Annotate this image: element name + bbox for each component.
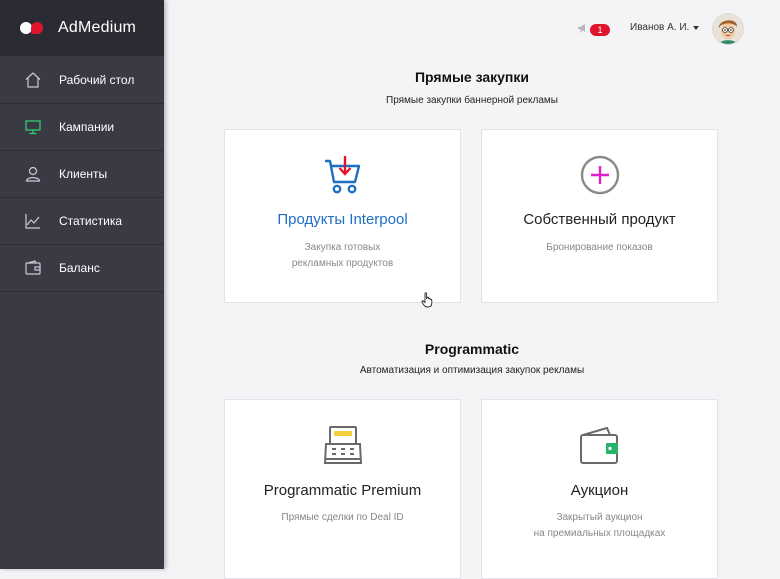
card-description-line1: Закрытый аукцион <box>556 512 643 523</box>
notification-count-badge: 1 <box>590 24 610 36</box>
card-title: Продукты Interpool <box>277 211 408 228</box>
card-interpool-products[interactable]: Продукты Interpool Закупка готовых рекла… <box>224 129 461 303</box>
card-description-line2: на премиальных площадках <box>533 528 666 539</box>
brand[interactable]: AdMedium <box>0 0 164 56</box>
card-auction[interactable]: Аукцион Закрытый аукцион на премиальных … <box>481 399 718 579</box>
wallet-icon <box>23 258 43 278</box>
avatar[interactable] <box>712 13 744 45</box>
card-title: Programmatic Premium <box>263 482 422 499</box>
sidebar-item-label: Баланс <box>59 261 100 275</box>
card-description-line1: Прямые сделки по Deal ID <box>281 512 404 523</box>
megaphone-icon <box>577 21 589 39</box>
hand-pointer-cursor-icon <box>421 292 435 313</box>
sidebar-item-label: Клиенты <box>59 167 108 181</box>
chart-icon <box>23 211 43 231</box>
notifications-button[interactable]: 1 <box>577 21 610 39</box>
cart-icon <box>225 155 460 197</box>
user-icon <box>23 164 43 184</box>
card-programmatic-premium[interactable]: Programmatic Premium Прямые сделки по De… <box>224 399 461 579</box>
cash-register-icon <box>225 424 460 466</box>
plus-circle-icon <box>482 155 717 195</box>
sidebar-item-dashboard[interactable]: Рабочий стол <box>0 56 164 104</box>
brand-logo-icon <box>20 21 46 35</box>
card-title: Собственный продукт <box>523 211 676 228</box>
user-menu-name[interactable]: Иванов А. И. <box>630 22 689 33</box>
sidebar-item-clients[interactable]: Клиенты <box>0 151 164 198</box>
card-own-product[interactable]: Собственный продукт Бронирование показов <box>481 129 718 303</box>
sidebar-item-label: Кампании <box>59 120 115 134</box>
sidebar: AdMedium Рабочий стол Кампании Клиенты С… <box>0 0 164 569</box>
home-icon <box>23 70 43 90</box>
card-description-line1: Закупка готовых <box>304 242 381 253</box>
card-title: Аукцион <box>570 482 629 499</box>
chevron-down-icon[interactable] <box>693 26 699 30</box>
sidebar-item-statistics[interactable]: Статистика <box>0 198 164 245</box>
section-subtitle-programmatic: Автоматизация и оптимизация закупок рекл… <box>359 365 585 376</box>
sidebar-item-balance[interactable]: Баланс <box>0 245 164 292</box>
sidebar-item-label: Статистика <box>59 214 123 228</box>
brand-name: AdMedium <box>58 19 137 36</box>
section-title-programmatic: Programmatic <box>424 341 520 357</box>
section-subtitle-direct: Прямые закупки баннерной рекламы <box>386 95 558 106</box>
card-description-line1: Бронирование показов <box>546 242 653 253</box>
monitor-icon <box>23 117 43 137</box>
section-title-direct: Прямые закупки <box>414 69 529 85</box>
sidebar-item-campaigns[interactable]: Кампании <box>0 104 164 151</box>
card-description-line2: рекламных продуктов <box>291 258 394 269</box>
wallet-icon <box>482 426 717 466</box>
sidebar-item-label: Рабочий стол <box>59 72 135 87</box>
